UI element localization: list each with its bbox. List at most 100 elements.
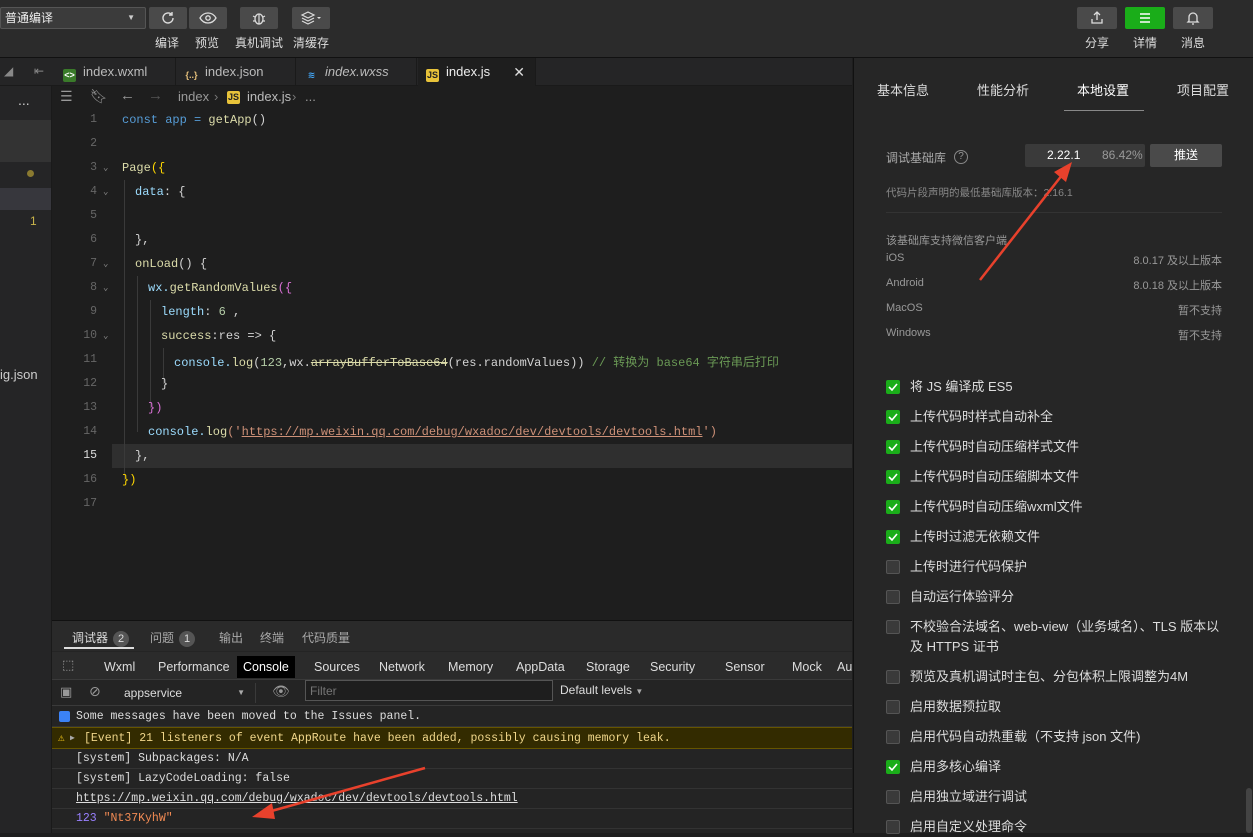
breadcrumb-folder[interactable]: index (178, 89, 209, 104)
option-label[interactable]: 上传时进行代码保护 (910, 557, 1230, 577)
forward-arrow-icon[interactable]: → (148, 87, 163, 104)
checkbox-unchecked[interactable] (886, 670, 900, 684)
panel-console[interactable]: Console (237, 656, 295, 678)
details-button[interactable] (1125, 7, 1165, 29)
tab-index-wxss[interactable]: ≋ index.wxss (297, 58, 417, 86)
inspect-element-icon[interactable]: ⬚ (62, 657, 74, 673)
context-select[interactable]: appservice ▼ (120, 683, 256, 703)
panel-mock[interactable]: Mock (786, 656, 828, 678)
option-label[interactable]: 不校验合法域名、web-view（业务域名）、TLS 版本以及 HTTPS 证书 (910, 617, 1230, 657)
checkbox-unchecked[interactable] (886, 560, 900, 574)
tab-debugger[interactable]: 调试器 2 (72, 629, 130, 647)
tab-index-wxml[interactable]: <> index.wxml (55, 58, 176, 86)
fold-chevron-icon[interactable]: ⌄ (103, 331, 108, 341)
panel-wxml[interactable]: Wxml (98, 656, 141, 678)
panel-audits[interactable]: Au (831, 656, 852, 678)
context-value: appservice (124, 686, 183, 700)
checkbox-checked[interactable] (886, 530, 900, 544)
option-label[interactable]: 上传代码时自动压缩脚本文件 (910, 467, 1230, 487)
option-label[interactable]: 预览及真机调试时主包、分包体积上限调整为4M (910, 667, 1230, 687)
panel-memory[interactable]: Memory (442, 656, 499, 678)
breadcrumb-file[interactable]: index.js (247, 89, 291, 104)
tab-performance[interactable]: 性能分析 (977, 80, 1029, 99)
option-label[interactable]: 上传代码时自动压缩wxml文件 (910, 497, 1230, 517)
tab-project-config[interactable]: 项目配置 (1177, 80, 1229, 99)
option-label[interactable]: 上传代码时样式自动补全 (910, 407, 1230, 427)
tab-index-js[interactable]: JS index.js ✕ (418, 58, 536, 86)
checkbox-checked[interactable] (886, 500, 900, 514)
share-button[interactable] (1077, 7, 1117, 29)
clear-console-icon[interactable]: ⊘ (89, 683, 101, 700)
docker-icon[interactable]: ◢ (4, 64, 13, 78)
console-warning[interactable]: ⚠ ▶ [Event] 21 listeners of event AppRou… (52, 727, 852, 749)
option-label[interactable]: 上传时过滤无依赖文件 (910, 527, 1230, 547)
panel-performance[interactable]: Performance (152, 656, 236, 678)
option-label[interactable]: 启用多核心编译 (910, 757, 1230, 777)
messages-button[interactable] (1173, 7, 1213, 29)
option-label[interactable]: 将 JS 编译成 ES5 (910, 377, 1230, 397)
compile-button[interactable] (149, 7, 187, 29)
fold-chevron-icon[interactable]: ⌄ (103, 259, 108, 269)
console-filter-input[interactable] (305, 680, 553, 701)
option-label[interactable]: 启用代码自动热重载（不支持 json 文件) (910, 727, 1230, 747)
remote-debug-button[interactable] (240, 7, 278, 29)
push-button[interactable]: 推送 (1150, 144, 1222, 167)
option-label[interactable]: 上传代码时自动压缩样式文件 (910, 437, 1230, 457)
checkbox-checked[interactable] (886, 470, 900, 484)
checkbox-checked[interactable] (886, 380, 900, 394)
help-icon[interactable]: ? (954, 150, 968, 164)
fold-chevron-icon[interactable]: ⌄ (103, 283, 108, 293)
option-label[interactable]: 启用独立域进行调试 (910, 787, 1230, 807)
checkbox-unchecked[interactable] (886, 590, 900, 604)
compile-mode-select[interactable]: 普通编译 ▼ (0, 7, 146, 29)
log-levels-select[interactable]: Default levels ▼ (560, 683, 643, 697)
tab-basic-info[interactable]: 基本信息 (877, 80, 929, 99)
back-arrow-icon[interactable]: ← (120, 87, 135, 104)
checkbox-unchecked[interactable] (886, 730, 900, 744)
tab-local-settings[interactable]: 本地设置 (1077, 80, 1129, 99)
checkbox-unchecked[interactable] (886, 820, 900, 834)
js-icon: JS (426, 69, 439, 82)
collapse-sidebar-icon[interactable]: ⇤ (34, 64, 44, 78)
close-icon[interactable]: ✕ (513, 58, 525, 86)
option-label[interactable]: 启用数据预拉取 (910, 697, 1230, 717)
file-name-fragment[interactable]: ig.json (0, 367, 38, 382)
bookmark-icon[interactable]: 🔖︎ (90, 88, 108, 105)
tab-output[interactable]: 输出 (219, 629, 243, 646)
eye-icon[interactable]: 👁︎ (272, 683, 290, 700)
panel-sources[interactable]: Sources (308, 656, 366, 678)
panel-appdata[interactable]: AppData (510, 656, 571, 678)
code-editor[interactable]: 1 2 3 4 5 6 7 8 9 10 11 12 13 14 15 16 17 ⌄ ⌄ ⌄ ⌄ ⌄ cons… (52, 108, 852, 620)
panel-security[interactable]: Security (644, 656, 701, 678)
panel-network[interactable]: Network (373, 656, 431, 678)
checkbox-unchecked[interactable] (886, 790, 900, 804)
panel-sensor[interactable]: Sensor (719, 656, 771, 678)
lib-version-select[interactable]: 2.22.1 86.42% (1025, 144, 1145, 167)
tab-terminal[interactable]: 终端 (260, 629, 284, 646)
option-label[interactable]: 自动运行体验评分 (910, 587, 1230, 607)
breadcrumb-more[interactable]: ... (305, 89, 316, 104)
panel-storage[interactable]: Storage (580, 656, 636, 678)
tab-index-json[interactable]: {..} index.json (177, 58, 296, 86)
checkbox-unchecked[interactable] (886, 700, 900, 714)
code-link[interactable]: https://mp.weixin.qq.com/debug/wxadoc/de… (242, 425, 703, 439)
sidebar-toggle-icon[interactable]: ▣ (60, 684, 72, 700)
list-icon[interactable]: ☰ (60, 88, 73, 105)
scrollbar-thumb[interactable] (1246, 788, 1252, 833)
expand-triangle-icon[interactable]: ▶ (70, 728, 75, 750)
checkbox-checked[interactable] (886, 410, 900, 424)
preview-button[interactable] (189, 7, 227, 29)
checkbox-checked[interactable] (886, 440, 900, 454)
fold-chevron-icon[interactable]: ⌄ (103, 187, 108, 197)
explorer-selected-row[interactable] (0, 120, 51, 162)
option-label[interactable]: 启用自定义处理命令 (910, 817, 1230, 837)
clear-cache-button[interactable] (292, 7, 330, 29)
more-icon[interactable]: ... (18, 92, 30, 108)
checkbox-checked[interactable] (886, 760, 900, 774)
checkbox-unchecked[interactable] (886, 620, 900, 634)
explorer-active-row[interactable] (0, 188, 51, 210)
console-link[interactable]: https://mp.weixin.qq.com/debug/wxadoc/de… (52, 789, 852, 809)
fold-chevron-icon[interactable]: ⌄ (103, 163, 108, 173)
tab-problems[interactable]: 问题 1 (150, 629, 196, 647)
tab-code-quality[interactable]: 代码质量 (302, 629, 350, 646)
